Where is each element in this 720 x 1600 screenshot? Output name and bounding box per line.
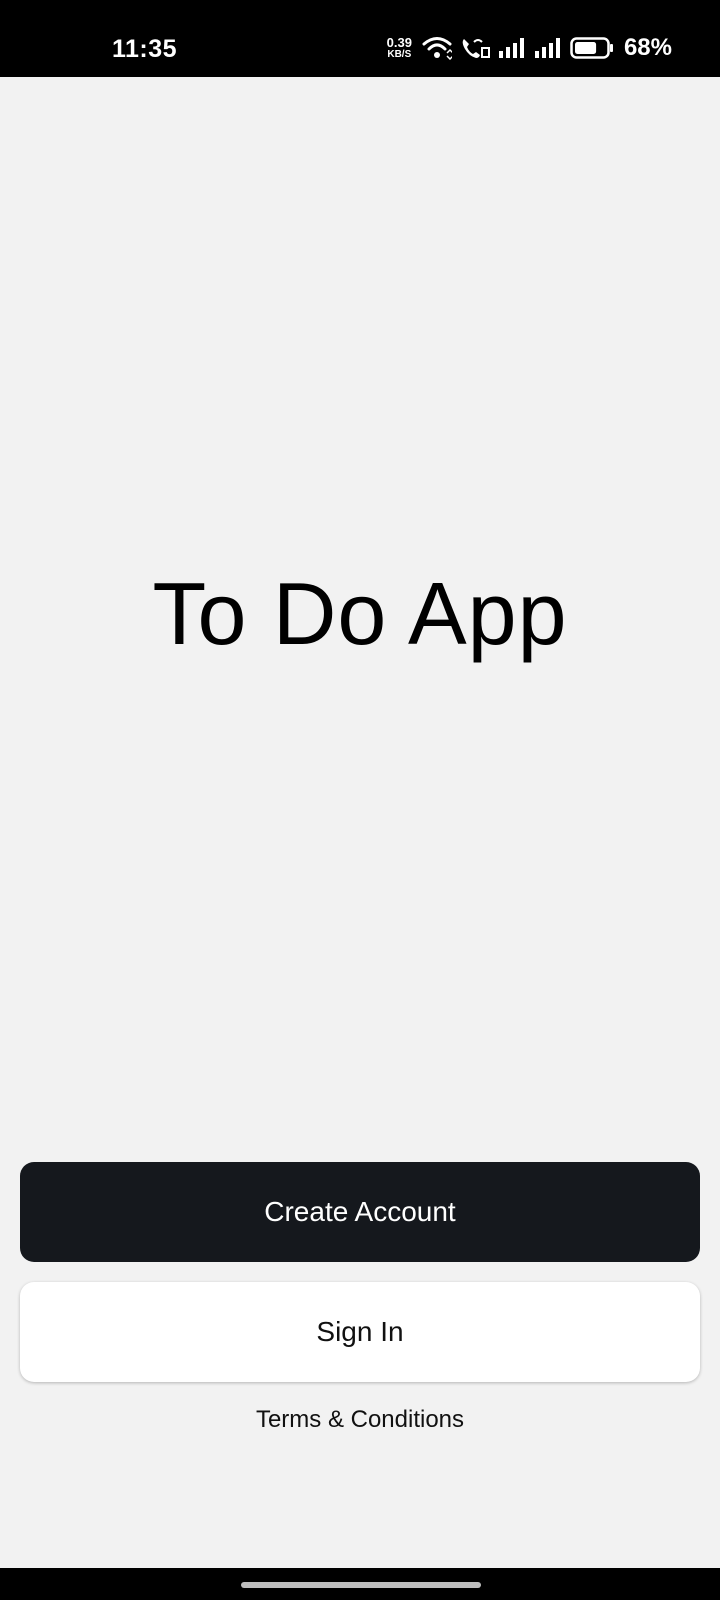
battery-icon: [570, 37, 613, 59]
app-title: To Do App: [152, 564, 568, 663]
terms-and-conditions-link[interactable]: Terms & Conditions: [0, 1406, 720, 1434]
sign-in-label: Sign In: [316, 1316, 404, 1347]
vowifi-call-icon: [462, 39, 490, 58]
network-speed: 0.39 KB/S: [387, 36, 412, 60]
wifi-icon: [422, 37, 452, 60]
home-gesture-handle[interactable]: [241, 1582, 481, 1588]
signal-icon: [534, 38, 560, 58]
status-bar: 11:35 0.39 KB/S 68%: [0, 0, 720, 77]
signal-icon: [498, 38, 524, 58]
create-account-label: Create Account: [264, 1196, 456, 1227]
battery-percentage: 68%: [623, 34, 672, 61]
create-account-button[interactable]: Create Account: [20, 1162, 700, 1262]
status-time: 11:35: [112, 35, 178, 63]
network-speed-value: 0.39: [386, 35, 412, 50]
network-speed-unit: KB/S: [387, 49, 412, 60]
sign-in-button[interactable]: Sign In: [20, 1282, 700, 1382]
navigation-bar: [0, 1568, 720, 1600]
status-icons: 0.39 KB/S 68%: [387, 34, 672, 62]
